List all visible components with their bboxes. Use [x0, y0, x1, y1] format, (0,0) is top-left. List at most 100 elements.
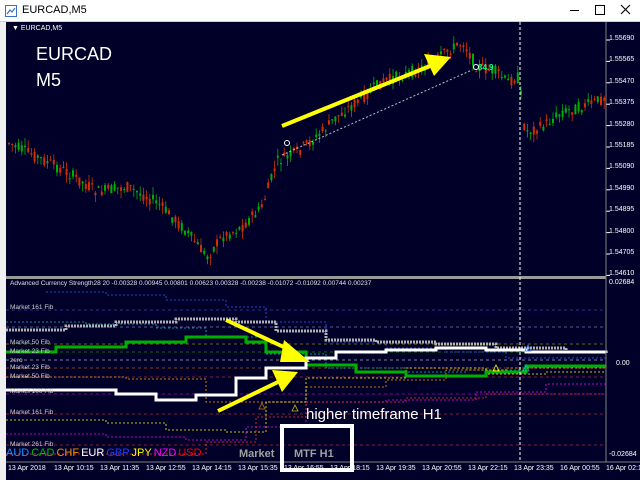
- time-tick-label: 13 Apr 16:55: [284, 465, 324, 472]
- candle-body: [414, 74, 417, 77]
- currency-button-eur[interactable]: EUR: [81, 447, 104, 459]
- time-tick-label: 13 Apr 14:15: [192, 465, 232, 472]
- time-tick-label: 13 Apr 18:15: [330, 465, 370, 472]
- candle-body: [148, 198, 151, 205]
- currency-button-cad[interactable]: CAD: [31, 447, 54, 459]
- candle-body: [200, 245, 202, 253]
- candle-body: [97, 186, 100, 188]
- uptrend-arrow: [281, 54, 451, 128]
- candle-body: [24, 145, 26, 148]
- candle-body: [14, 145, 17, 148]
- time-tick-label: 13 Apr 11:35: [100, 465, 140, 472]
- candle-body: [193, 240, 196, 243]
- candle-body: [46, 161, 49, 164]
- up-arrow-to-crossover: [217, 370, 298, 413]
- candle-body: [260, 204, 263, 208]
- candle-body: [558, 114, 561, 117]
- dropdown-triangle-icon[interactable]: ▼: [12, 25, 21, 32]
- candle-body: [340, 112, 343, 116]
- candle-body: [126, 182, 129, 192]
- currency-button-nzd[interactable]: NZD: [154, 447, 177, 459]
- candle-body: [88, 182, 90, 191]
- chart-area[interactable]: ▼ EURCAD,M5 EURCAD M5 1.55690 1.55565 1.55…: [6, 22, 640, 480]
- candle-body: [324, 130, 327, 132]
- candle-body: [510, 76, 513, 86]
- signal-marker: [284, 140, 290, 146]
- minimize-button[interactable]: [561, 2, 587, 19]
- candle-body: [251, 211, 254, 216]
- close-button[interactable]: [613, 2, 639, 19]
- title-bar[interactable]: EURCAD,M5: [0, 0, 640, 22]
- candle-body: [132, 188, 135, 190]
- price-tick-label: 1.54705: [609, 249, 635, 256]
- candle-body: [225, 232, 228, 236]
- candle-body: [152, 194, 154, 200]
- candle-body: [497, 69, 500, 72]
- candle-body: [555, 112, 558, 118]
- candle-body: [465, 49, 468, 52]
- candle-body: [580, 110, 583, 113]
- candle-body: [110, 185, 113, 194]
- candle-body: [536, 130, 538, 134]
- candle-body: [388, 73, 391, 81]
- time-tick-label: 16 Apr 02:15: [606, 465, 640, 472]
- time-tick-label: 13 Apr 19:35: [376, 465, 416, 472]
- currency-button-jpy[interactable]: JPY: [132, 447, 152, 459]
- candle-body: [254, 214, 257, 218]
- candle-body: [331, 119, 334, 121]
- candle-body: [164, 206, 167, 213]
- candle-body: [600, 96, 602, 105]
- chart-grid: [606, 39, 610, 276]
- mtf-h1-button[interactable]: MTF H1: [294, 448, 334, 460]
- currency-button-usd[interactable]: USD: [178, 447, 201, 459]
- candle-body: [75, 174, 78, 177]
- candle-body: [449, 53, 452, 56]
- candle-body: [40, 157, 42, 159]
- candle-body: [468, 52, 471, 59]
- candle-body: [180, 222, 183, 231]
- maximize-button[interactable]: [587, 2, 613, 19]
- candle-body: [353, 99, 356, 108]
- candle-body: [350, 105, 353, 111]
- price-tick-label: 1.55470: [609, 77, 635, 85]
- candle-body: [129, 185, 132, 187]
- currency-button-gbp[interactable]: GBP: [106, 447, 129, 459]
- subwindow-separator[interactable]: [6, 276, 606, 279]
- candle-body: [235, 232, 238, 234]
- indicator-axis-top: 0.02684: [609, 279, 635, 286]
- higher-timeframe-annotation: higher timeframe H1: [306, 406, 442, 423]
- candle-body: [315, 134, 318, 138]
- indicator-lines: [6, 291, 608, 455]
- time-tick-label: 13 Apr 15:35: [238, 465, 278, 472]
- candle-body: [49, 159, 52, 161]
- chart-window-icon: [5, 5, 17, 17]
- candle-body: [577, 102, 580, 112]
- candle-body: [33, 151, 36, 162]
- price-tick-label: 1.54610: [609, 270, 635, 278]
- candle-body: [273, 168, 276, 172]
- candle-body: [219, 236, 222, 238]
- candle-body: [462, 45, 465, 48]
- candle-body: [500, 76, 503, 78]
- fib-label: zero: [10, 357, 23, 364]
- market-button[interactable]: Market: [239, 448, 274, 460]
- candle-body: [68, 178, 71, 180]
- candle-body: [238, 226, 241, 230]
- candle-body: [222, 237, 225, 242]
- currency-button-chf[interactable]: CHF: [56, 447, 79, 459]
- candle-body: [244, 222, 247, 228]
- candle-body: [440, 51, 442, 55]
- candle-body: [532, 126, 535, 135]
- candle-body: [52, 159, 55, 165]
- candle-body: [206, 256, 209, 260]
- candle-body: [459, 45, 462, 47]
- candle-body: [187, 230, 190, 234]
- price-tick-label: 1.54800: [609, 227, 635, 235]
- signal-arrow-icon: [258, 402, 266, 410]
- candle-body: [116, 187, 119, 189]
- candle-body: [91, 183, 94, 185]
- candle-body: [523, 123, 526, 130]
- candle-body: [334, 116, 337, 122]
- currency-button-aud[interactable]: AUD: [6, 447, 29, 459]
- indicator-axis-zero: 0.00: [616, 360, 630, 367]
